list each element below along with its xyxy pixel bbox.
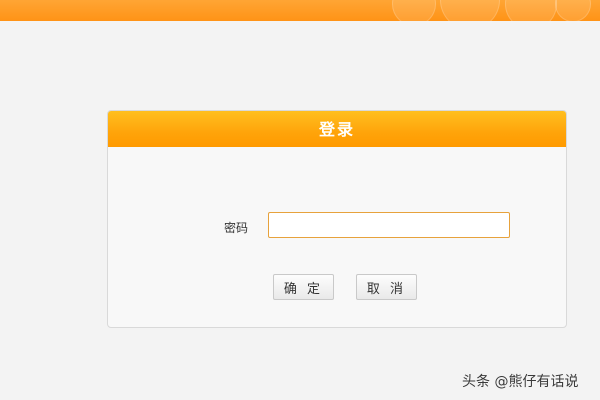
top-banner <box>0 0 600 21</box>
dialog-title: 登录 <box>108 111 566 147</box>
decorative-bubble <box>392 0 436 21</box>
cancel-button[interactable]: 取 消 <box>356 274 417 300</box>
watermark-text: 头条 @熊仔有话说 <box>462 374 579 390</box>
decorative-bubble <box>440 0 500 21</box>
password-input[interactable] <box>268 212 510 238</box>
confirm-button[interactable]: 确 定 <box>273 274 334 300</box>
decorative-bubble <box>505 0 557 21</box>
decorative-bubble <box>555 0 591 21</box>
login-dialog: 登录 密码 确 定 取 消 <box>107 110 567 328</box>
password-label: 密码 <box>224 221 249 235</box>
